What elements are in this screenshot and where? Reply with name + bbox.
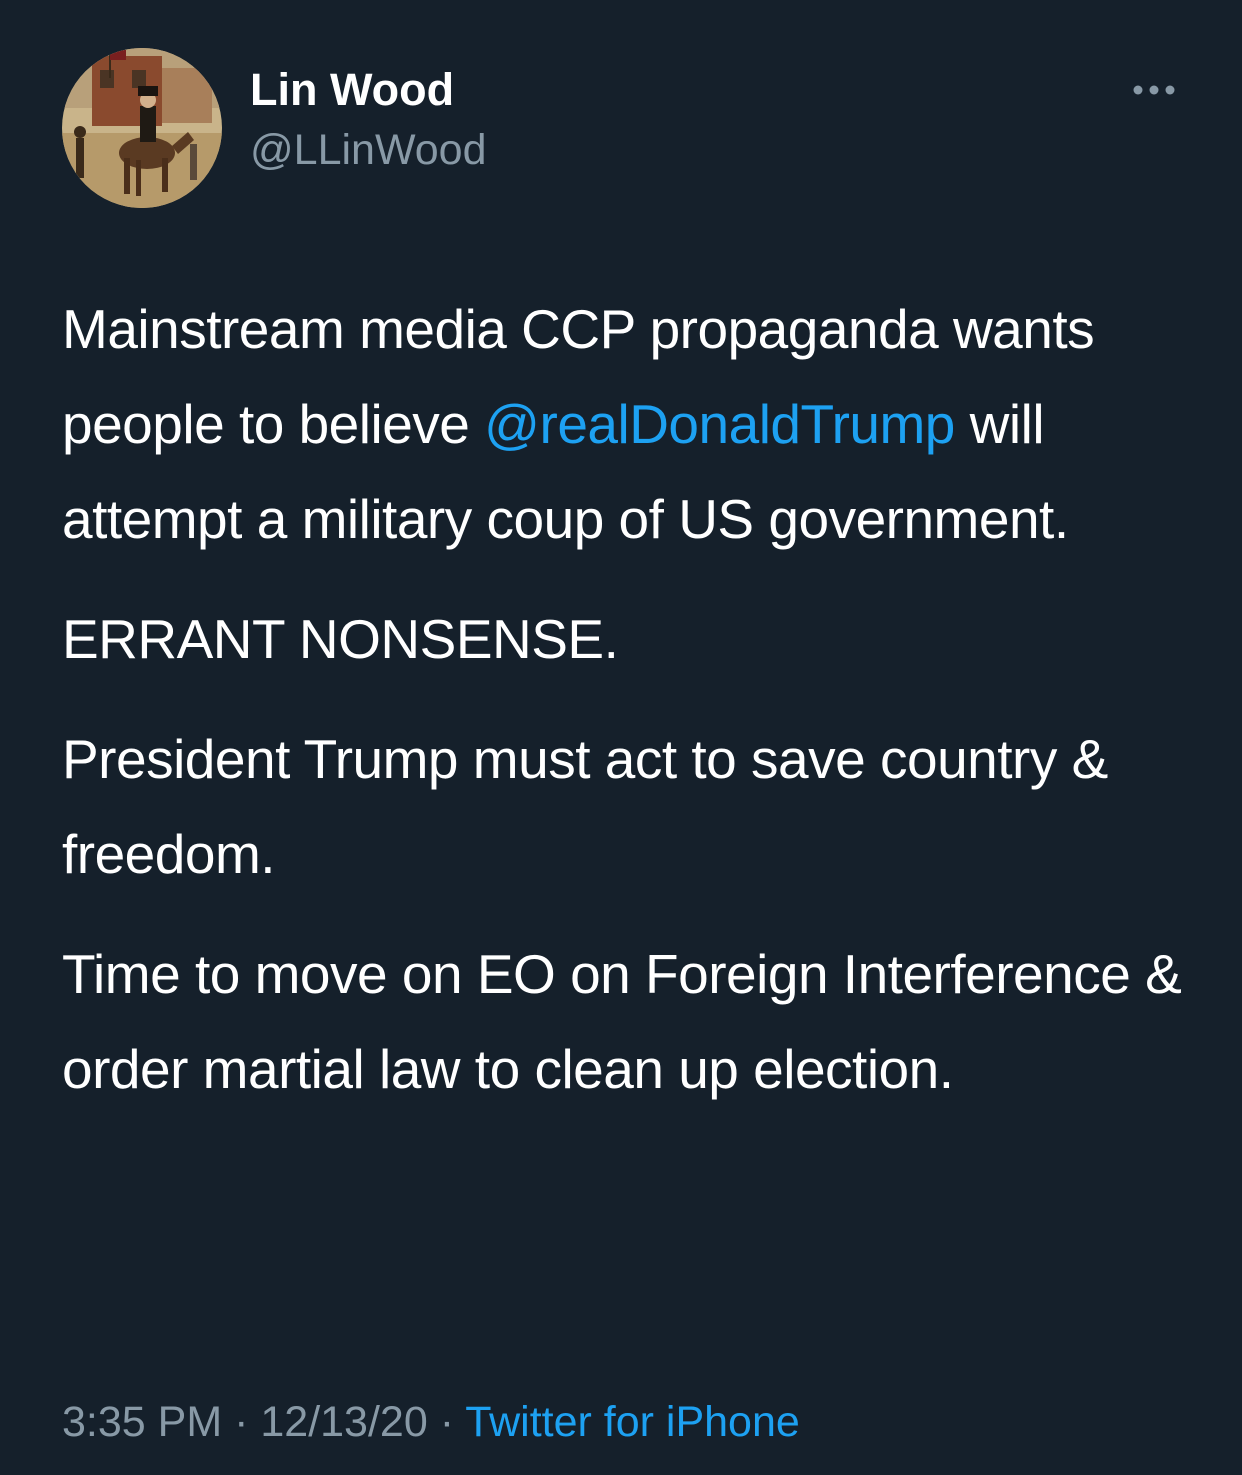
tweet-time[interactable]: 3:35 PM [62,1398,222,1446]
more-horizontal-icon[interactable] [1128,76,1180,104]
avatar-painting-icon [62,48,222,208]
tweet-source-link[interactable]: Twitter for iPhone [465,1398,800,1446]
tweet-meta: 3:35 PM · 12/13/20 · Twitter for iPhone [62,1394,800,1450]
tweet-paragraph-3: President Trump must act to save country… [62,728,1108,885]
author-handle[interactable]: @LLinWood [250,124,487,176]
mention-link[interactable]: @realDonaldTrump [484,393,955,455]
author-display-name[interactable]: Lin Wood [250,64,454,116]
tweet-card: Lin Wood @LLinWood Mainstream media CCP … [0,0,1242,1475]
avatar[interactable] [62,48,222,208]
meta-separator: · [222,1398,261,1446]
tweet-text: Mainstream media CCP propaganda wants pe… [62,282,1192,1142]
tweet-paragraph-4: Time to move on EO on Foreign Interferen… [62,943,1182,1100]
tweet-paragraph-2: ERRANT NONSENSE. [62,608,619,670]
meta-separator: · [427,1398,466,1446]
tweet-paragraph-1: Mainstream media CCP propaganda wants pe… [62,282,1192,567]
tweet-date[interactable]: 12/13/20 [260,1398,427,1446]
